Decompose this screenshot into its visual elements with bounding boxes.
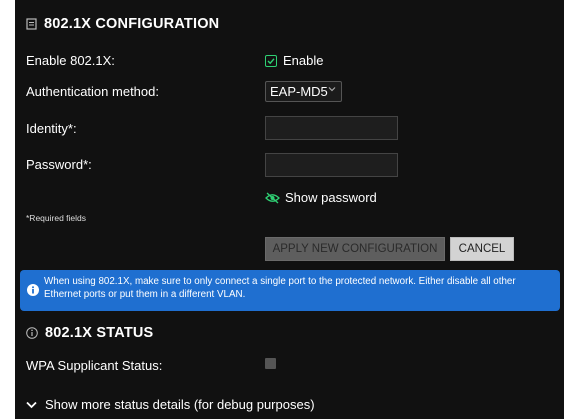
chevron-down-icon (328, 85, 336, 96)
document-icon (26, 18, 37, 30)
vlan-info-banner: When using 802.1X, make sure to only con… (20, 270, 560, 311)
auth-method-label: Authentication method: (26, 84, 159, 99)
info-text: When using 802.1X, make sure to only con… (44, 276, 516, 300)
wpa-status-indicator (265, 358, 276, 369)
enable-label: Enable 802.1X: (26, 53, 115, 68)
identity-input[interactable] (265, 116, 398, 140)
show-password-label: Show password (285, 190, 377, 205)
show-more-label: Show more status details (for debug purp… (45, 397, 315, 412)
config-title: 802.1X CONFIGURATION (44, 16, 220, 32)
enable-checkbox-label: Enable (283, 53, 324, 68)
show-password-toggle[interactable]: Show password (265, 190, 377, 205)
status-header: 802.1X STATUS (26, 325, 153, 341)
identity-label: Identity*: (26, 121, 77, 136)
enable-checkbox[interactable]: Enable (265, 53, 323, 68)
checkmark-icon (265, 54, 277, 67)
config-header: 802.1X CONFIGURATION (26, 16, 219, 32)
chevron-down-icon (26, 401, 37, 409)
wpa-status-label: WPA Supplicant Status: (26, 358, 163, 373)
password-input[interactable] (265, 153, 398, 177)
status-title: 802.1X STATUS (45, 325, 154, 341)
info-icon (27, 284, 39, 300)
cancel-button[interactable]: CANCEL (450, 237, 514, 261)
password-label: Password*: (26, 157, 92, 172)
auth-method-value: EAP-MD5 (270, 84, 328, 99)
eye-slash-icon (265, 192, 280, 204)
config-panel: 802.1X CONFIGURATION Enable 802.1X: Enab… (15, 0, 564, 419)
required-fields-note: *Required fields (26, 213, 87, 223)
info-circle-icon (26, 327, 38, 339)
auth-method-select[interactable]: EAP-MD5 (265, 81, 342, 102)
apply-configuration-button[interactable]: APPLY NEW CONFIGURATION (265, 237, 445, 261)
show-more-status-toggle[interactable]: Show more status details (for debug purp… (26, 397, 315, 412)
